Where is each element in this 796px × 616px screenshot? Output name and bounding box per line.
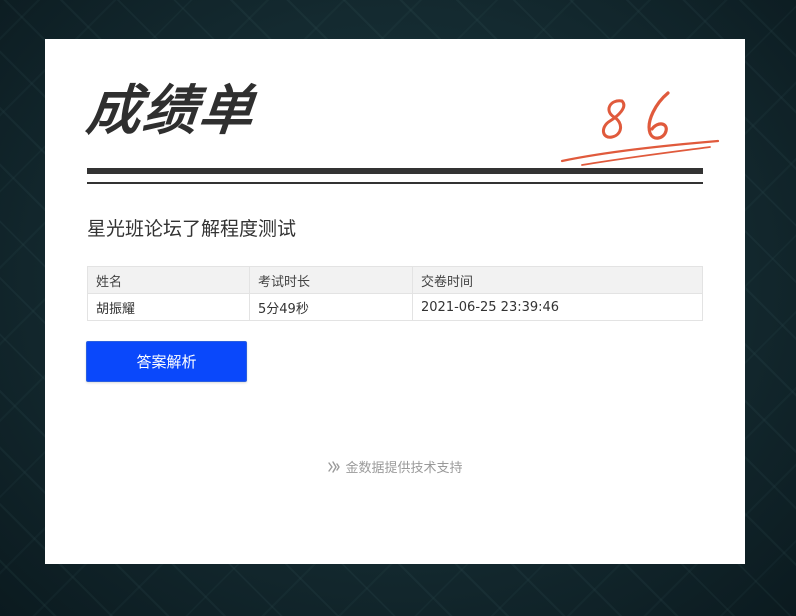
report-card: 成绩单 星光班论坛了解程度测试 姓名 考试时长 交卷时间 胡振耀 5分49秒 2… — [45, 39, 745, 564]
result-table: 姓名 考试时长 交卷时间 胡振耀 5分49秒 2021-06-25 23:39:… — [87, 266, 703, 321]
jinshuju-logo-icon — [328, 460, 341, 473]
footer-credit[interactable]: 金数据提供技术支持 — [45, 457, 745, 476]
header-submit-time: 交卷时间 — [412, 266, 703, 294]
cell-name: 胡振耀 — [87, 293, 250, 321]
title-rule-thin — [87, 182, 703, 184]
answer-analysis-button[interactable]: 答案解析 — [86, 341, 247, 382]
footer-credit-text: 金数据提供技术支持 — [345, 461, 463, 476]
table-header-row: 姓名 考试时长 交卷时间 — [87, 266, 703, 294]
title-rule-thick — [87, 168, 703, 174]
cell-duration: 5分49秒 — [249, 293, 413, 321]
page-title: 成绩单 — [83, 79, 259, 142]
exam-name: 星光班论坛了解程度测试 — [87, 218, 297, 240]
table-row: 胡振耀 5分49秒 2021-06-25 23:39:46 — [87, 293, 703, 321]
cell-submit-time: 2021-06-25 23:39:46 — [412, 293, 703, 321]
header-name: 姓名 — [87, 266, 250, 294]
header-duration: 考试时长 — [249, 266, 413, 294]
score-handwritten — [560, 91, 720, 166]
